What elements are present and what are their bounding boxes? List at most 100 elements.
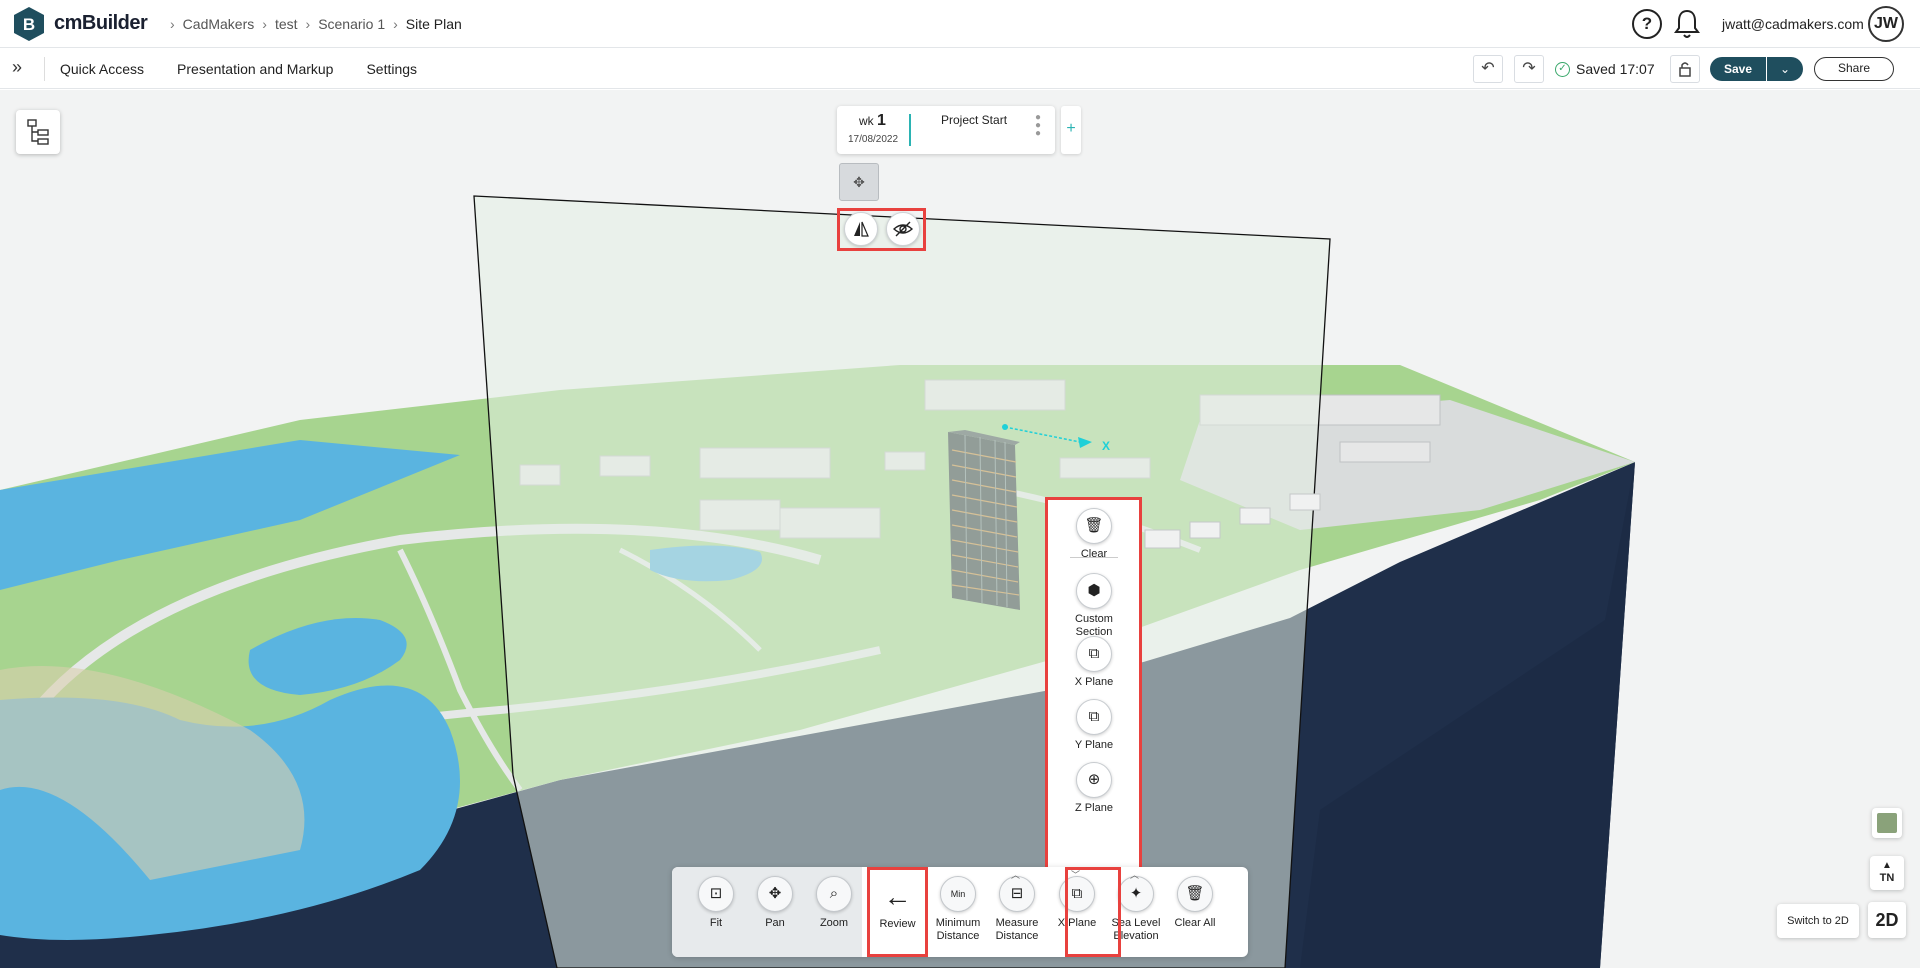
z-plane-label: Z Plane — [1075, 802, 1113, 814]
flip-icon — [854, 221, 869, 237]
cmbuilder-logo-icon[interactable]: B — [12, 6, 46, 42]
flip-section-button[interactable] — [844, 212, 878, 246]
z-plane-button[interactable]: ⊕ Z Plane — [1048, 762, 1140, 815]
timeline-marker — [909, 114, 911, 146]
y-plane-label: Y Plane — [1074, 739, 1114, 751]
save-options-chevron-down-icon[interactable]: ⌄ — [1767, 57, 1803, 81]
switch-to-2d-tooltip: Switch to 2D — [1777, 904, 1859, 938]
breadcrumb-site-plan: Site Plan — [405, 16, 462, 32]
3d-viewport[interactable]: X wk 1 17/08/2022 Project Start ● ● ● + ✥ — [0, 90, 1920, 968]
custom-section-button[interactable]: ⬢ Custom Section — [1048, 573, 1140, 639]
clear-all-button[interactable]: 🗑 Clear All — [1165, 876, 1225, 930]
pan-button[interactable]: ✥ Pan — [745, 876, 805, 930]
zoom-label: Zoom — [819, 917, 849, 929]
menu-quick-access[interactable]: Quick Access — [60, 61, 144, 77]
saved-text: Saved 17:07 — [1576, 61, 1655, 77]
divider — [44, 57, 45, 81]
zoom-icon: ⌕ — [816, 876, 852, 912]
save-status: ✓ Saved 17:07 — [1555, 61, 1655, 77]
minimum-distance-icon: Min — [940, 876, 976, 912]
divider — [1070, 557, 1118, 558]
minimum-distance-button[interactable]: Min Minimum Distance — [928, 876, 988, 943]
share-button[interactable]: Share — [1814, 57, 1894, 81]
custom-section-icon: ⬢ — [1076, 573, 1112, 609]
review-button[interactable]: ← Review — [870, 870, 925, 954]
menu-bar: » Quick Access Presentation and Markup S… — [0, 49, 1920, 89]
measure-distance-label: Measure Distance — [995, 917, 1039, 942]
help-icon[interactable]: ? — [1632, 9, 1662, 39]
pan-icon: ✥ — [757, 876, 793, 912]
timeline-date: 17/08/2022 — [848, 134, 899, 145]
fit-icon: ⊡ — [698, 876, 734, 912]
lock-icon[interactable] — [1670, 55, 1700, 83]
measure-distance-button[interactable]: ︿ ⊟ Measure Distance — [987, 870, 1047, 943]
fit-label: Fit — [709, 917, 723, 929]
breadcrumb-scenario[interactable]: Scenario 1 — [318, 16, 385, 32]
trash-icon: 🗑 — [1076, 508, 1112, 544]
switch-2d-button[interactable]: 2D — [1868, 902, 1906, 938]
basemap-toggle[interactable] — [1872, 808, 1902, 838]
main-menu: Quick Access Presentation and Markup Set… — [60, 61, 417, 77]
menu-settings[interactable]: Settings — [366, 61, 417, 77]
brand-name: cmBuilder — [54, 12, 148, 34]
breadcrumb-test[interactable]: test — [275, 16, 298, 32]
zoom-button[interactable]: ⌕ Zoom — [804, 876, 864, 930]
x-plane-button[interactable]: ⧉ X Plane — [1048, 636, 1140, 689]
chevron-up-icon[interactable]: ︿ — [1130, 869, 1139, 882]
clear-all-label: Clear All — [1174, 917, 1216, 929]
user-email[interactable]: jwatt@cadmakers.com — [1722, 16, 1864, 32]
true-north-label: TN — [1879, 872, 1895, 884]
breadcrumb-cadmakers[interactable]: CadMakers — [183, 16, 255, 32]
breadcrumb-chevron-icon: › — [393, 16, 398, 32]
section-clear-label: Clear — [1080, 548, 1108, 560]
menu-presentation-markup[interactable]: Presentation and Markup — [177, 61, 333, 77]
timeline-title: Project Start — [941, 113, 1008, 127]
z-plane-icon: ⊕ — [1076, 762, 1112, 798]
model-tree-button[interactable] — [16, 110, 60, 154]
week-indicator: wk 1 — [859, 112, 886, 130]
save-button[interactable]: Save — [1710, 57, 1766, 81]
week-label: wk — [859, 114, 874, 128]
redo-icon[interactable]: ↷ — [1514, 55, 1544, 83]
bell-icon[interactable] — [1672, 8, 1702, 40]
section-clear-button[interactable]: 🗑 Clear — [1048, 508, 1140, 561]
breadcrumb-chevron-icon: › — [262, 16, 267, 32]
site-model-scene[interactable]: X — [0, 90, 1920, 968]
undo-icon[interactable]: ↶ — [1473, 55, 1503, 83]
chevron-up-icon[interactable]: ︿ — [1011, 869, 1020, 882]
svg-text:B: B — [23, 15, 35, 34]
x-axis-label: X — [1102, 439, 1110, 453]
eye-off-icon — [892, 221, 914, 237]
breadcrumb: › CadMakers › test › Scenario 1 › Site P… — [170, 16, 462, 32]
pan-label: Pan — [765, 917, 785, 929]
true-north-button[interactable]: ▲ TN — [1870, 856, 1904, 890]
hierarchy-icon — [27, 119, 49, 145]
review-label: Review — [879, 918, 916, 930]
breadcrumb-chevron-icon: › — [170, 16, 175, 32]
add-timeline-button[interactable]: + — [1061, 106, 1081, 154]
minimum-distance-label: Minimum Distance — [935, 917, 981, 942]
avatar[interactable]: JW — [1868, 6, 1904, 42]
timeline-card[interactable]: wk 1 17/08/2022 Project Start ● ● ● — [837, 106, 1055, 154]
bottom-toolbar: ⊡ Fit ✥ Pan ⌕ Zoom Min Minimum Distance … — [672, 867, 1248, 957]
x-plane-label: X Plane — [1074, 676, 1114, 688]
north-arrow-icon: ▲ — [1882, 860, 1892, 871]
x-plane-icon: ⧉ — [1076, 636, 1112, 672]
fit-button[interactable]: ⊡ Fit — [686, 876, 746, 930]
y-plane-icon: ⧉ — [1076, 699, 1112, 735]
section-plane — [473, 195, 1331, 968]
top-bar: B cmBuilder › CadMakers › test › Scenari… — [0, 0, 1920, 48]
breadcrumb-chevron-icon: › — [305, 16, 311, 32]
y-plane-button[interactable]: ⧉ Y Plane — [1048, 699, 1140, 752]
expand-sidebar-icon[interactable]: » — [12, 57, 22, 78]
more-options-icon[interactable]: ● ● ● — [1035, 113, 1041, 139]
map-thumbnail-icon — [1877, 813, 1897, 833]
week-number: 1 — [877, 112, 886, 129]
highlight-box-x-plane — [1065, 867, 1121, 957]
saved-check-icon: ✓ — [1555, 61, 1570, 77]
arrow-left-icon: ← — [883, 881, 912, 912]
move-section-button[interactable]: ✥ — [839, 163, 879, 201]
move-icon: ✥ — [853, 174, 865, 190]
hide-plane-button[interactable] — [886, 212, 920, 246]
section-tools-panel: 🗑 Clear ⬢ Custom Section ⧉ X Plane ⧉ Y P… — [1048, 500, 1139, 876]
